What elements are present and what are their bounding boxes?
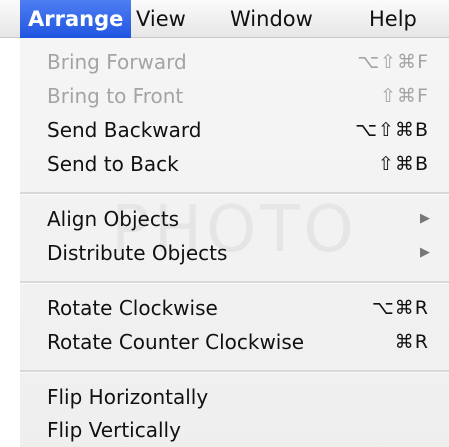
shortcut-label: ⌥⇧⌘F <box>357 51 429 73</box>
shortcut-label: ⇧⌘F <box>380 85 429 107</box>
menu-item-bring-to-front: Bring to Front ⇧⌘F <box>20 81 449 111</box>
menu-item-distribute-objects[interactable]: Distribute Objects ▶ <box>20 238 449 268</box>
menubar-help[interactable]: Help <box>369 0 417 38</box>
shortcut-label: ⌥⇧⌘B <box>355 119 429 141</box>
menu-item-label: Rotate Counter Clockwise <box>47 330 305 354</box>
menu-bar: Arrange View Window Help <box>0 0 449 38</box>
shortcut-label: ⌘R <box>394 331 429 353</box>
menubar-arrange[interactable]: Arrange <box>20 0 132 38</box>
screenshot-frame: Arrange View Window Help PHOTO Bring For… <box>0 0 449 447</box>
menu-separator <box>20 370 449 373</box>
menubar-view[interactable]: View <box>136 0 186 38</box>
submenu-arrow-icon: ▶ <box>420 211 430 226</box>
menu-item-rotate-counter-clockwise[interactable]: Rotate Counter Clockwise ⌘R <box>20 327 449 357</box>
menu-item-label: Bring to Front <box>47 84 184 108</box>
arrange-dropdown-menu: PHOTO Bring Forward ⌥⇧⌘F Bring to Front … <box>20 38 449 447</box>
menu-item-label: Send Backward <box>47 118 202 142</box>
menu-item-flip-horizontally[interactable]: Flip Horizontally <box>20 382 449 412</box>
menubar-window[interactable]: Window <box>230 0 313 38</box>
shortcut-label: ⇧⌘B <box>378 153 429 175</box>
menu-item-label: Distribute Objects <box>47 241 228 265</box>
menu-item-label: Bring Forward <box>47 50 187 74</box>
menu-item-bring-forward: Bring Forward ⌥⇧⌘F <box>20 47 449 77</box>
menu-item-send-backward[interactable]: Send Backward ⌥⇧⌘B <box>20 115 449 145</box>
menu-separator <box>20 281 449 284</box>
shortcut-label: ⌥⌘R <box>371 297 429 319</box>
submenu-arrow-icon: ▶ <box>420 245 430 260</box>
menu-item-send-to-back[interactable]: Send to Back ⇧⌘B <box>20 149 449 179</box>
menu-item-label: Send to Back <box>47 152 179 176</box>
menu-separator <box>20 192 449 195</box>
menu-item-align-objects[interactable]: Align Objects ▶ <box>20 204 449 234</box>
menu-item-label: Rotate Clockwise <box>47 296 218 320</box>
menu-item-label: Align Objects <box>47 207 180 231</box>
menu-item-flip-vertically[interactable]: Flip Vertically <box>20 415 449 445</box>
menu-item-label: Flip Horizontally <box>47 385 209 409</box>
menu-item-rotate-clockwise[interactable]: Rotate Clockwise ⌥⌘R <box>20 293 449 323</box>
menu-item-label: Flip Vertically <box>47 418 181 442</box>
